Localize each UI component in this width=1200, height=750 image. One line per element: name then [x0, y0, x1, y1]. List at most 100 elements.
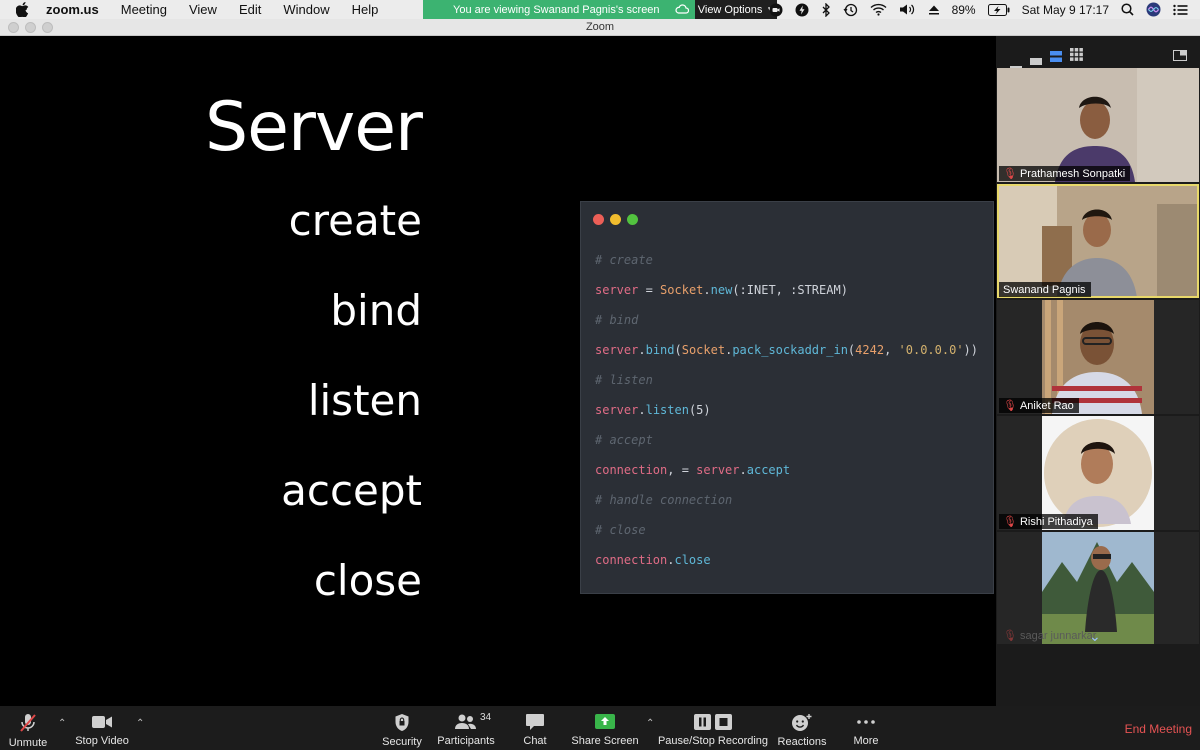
code-token: connection	[595, 463, 668, 477]
code-token: 4242	[855, 343, 885, 357]
app-menu[interactable]: zoom.us	[46, 0, 99, 19]
participant-name: Rishi Pithadiya	[1019, 515, 1093, 528]
participant-video-tile-active-speaker[interactable]: Swanand Pagnis	[997, 184, 1199, 298]
speaker-view-icon[interactable]	[1050, 49, 1062, 67]
menu-meeting[interactable]: Meeting	[121, 0, 167, 19]
code-line: server.bind(Socket.pack_sockaddr_in(4242…	[595, 343, 978, 357]
unmute-label: Unmute	[8, 737, 48, 749]
bluetooth-icon[interactable]	[821, 2, 831, 17]
chat-bubble-icon	[525, 713, 545, 731]
share-screen-label: Share Screen	[571, 735, 639, 747]
video-options-caret-icon[interactable]: ⌃	[136, 718, 144, 729]
audio-options-caret-icon[interactable]: ⌃	[58, 718, 66, 729]
participant-name-tag: 🎙︎ Aniket Rao	[999, 398, 1079, 413]
security-button[interactable]: Security	[380, 706, 424, 750]
participant-video-tile[interactable]: 🎙︎ Prathamesh Sonpatki	[997, 68, 1199, 182]
participant-name-tag: Swanand Pagnis	[999, 282, 1091, 297]
battery-charging-icon[interactable]	[987, 3, 1010, 16]
chat-button[interactable]: Chat	[518, 706, 552, 750]
unmute-button[interactable]: Unmute	[8, 706, 48, 750]
siri-icon[interactable]	[1146, 2, 1161, 17]
code-token: .	[703, 283, 711, 297]
menu-edit[interactable]: Edit	[239, 0, 261, 19]
zoom-status-icon[interactable]	[769, 3, 783, 17]
exit-fullscreen-icon[interactable]	[1173, 48, 1187, 66]
code-token: # handle connection	[595, 493, 733, 507]
participant-name-tag: 🎙︎ sagar junnarkar	[999, 628, 1101, 643]
share-banner-text: You are viewing Swanand Pagnis's screen	[453, 3, 660, 16]
pause-stop-recording-button[interactable]: Pause/Stop Recording	[658, 706, 768, 750]
code-line: connection, = server.accept	[595, 463, 790, 477]
cloud-icon	[675, 3, 690, 18]
code-token: bind	[645, 343, 675, 357]
code-token: pack_sockaddr_in	[732, 343, 848, 357]
scroll-down-chevron-icon[interactable]: ⌄	[1089, 628, 1101, 645]
gallery-view-icon[interactable]	[1070, 48, 1083, 66]
code-token: server	[595, 283, 639, 297]
more-dots-icon	[856, 713, 876, 731]
slide-step: listen	[307, 376, 422, 425]
code-window-close-dot	[593, 214, 604, 225]
lightning-icon[interactable]	[795, 3, 809, 17]
code-token: close	[674, 553, 711, 567]
code-token: ,	[884, 343, 899, 357]
time-machine-icon[interactable]	[843, 3, 858, 17]
participant-name: Swanand Pagnis	[1003, 283, 1086, 296]
code-token: accept	[746, 463, 791, 477]
notification-center-icon[interactable]	[1173, 4, 1188, 16]
code-token: (:INET, :STREAM)	[732, 283, 848, 297]
share-options-caret-icon[interactable]: ⌃	[646, 718, 654, 729]
code-token: # bind	[595, 313, 639, 327]
menubar-clock[interactable]: Sat May 9 17:17	[1022, 3, 1109, 17]
code-token: .	[638, 343, 646, 357]
menu-help[interactable]: Help	[352, 0, 379, 19]
code-token: '0.0.0.0'	[898, 343, 964, 357]
code-token: (5)	[688, 403, 711, 417]
code-token: server	[595, 343, 639, 357]
screen-share-banner: You are viewing Swanand Pagnis's screen	[423, 0, 695, 19]
code-token: , =	[667, 463, 697, 477]
muted-mic-icon: 🎙︎	[1003, 168, 1017, 180]
stop-video-label: Stop Video	[75, 735, 129, 747]
view-options-button[interactable]: View Options ▼	[695, 0, 777, 19]
code-token: # close	[595, 523, 646, 537]
code-token: # listen	[595, 373, 653, 387]
code-window-zoom-dot	[627, 214, 638, 225]
end-meeting-button[interactable]: End Meeting	[1125, 722, 1192, 736]
code-token: (	[674, 343, 682, 357]
more-button[interactable]: More	[848, 706, 884, 750]
window-title: Zoom	[585, 21, 615, 33]
meeting-controls-toolbar: Unmute ⌃ Stop Video ⌃ Security Participa…	[0, 706, 1200, 750]
participant-video	[997, 300, 1199, 414]
code-comment: # listen	[595, 373, 653, 387]
code-token: .	[638, 403, 646, 417]
code-token: # accept	[595, 433, 653, 447]
wifi-icon[interactable]	[870, 3, 887, 16]
menu-window[interactable]: Window	[283, 0, 329, 19]
code-line: server.listen(5)	[595, 403, 711, 417]
volume-icon[interactable]	[899, 3, 916, 16]
code-window: # create server = Socket.new(:INET, :STR…	[580, 201, 994, 594]
share-screen-button[interactable]: Share Screen	[571, 706, 639, 750]
search-icon[interactable]	[1121, 3, 1134, 16]
menu-view[interactable]: View	[189, 0, 217, 19]
code-token: server	[696, 463, 740, 477]
participant-video-tile[interactable]: 🎙︎ Rishi Pithadiya	[997, 416, 1199, 530]
code-line: connection.close	[595, 553, 711, 567]
code-token: Socket	[660, 283, 704, 297]
shared-screen: Server create bind listen accept close #…	[0, 36, 996, 706]
pause-stop-icons	[693, 713, 733, 731]
code-comment: # accept	[595, 433, 653, 447]
view-options-label: View Options	[697, 3, 763, 16]
stop-video-button[interactable]: Stop Video	[74, 706, 130, 750]
participant-name-tag: 🎙︎ Rishi Pithadiya	[999, 514, 1098, 529]
slide-step: bind	[330, 286, 422, 335]
eject-icon[interactable]	[928, 4, 940, 16]
participant-name: Aniket Rao	[1019, 399, 1074, 412]
slide-step: close	[313, 556, 422, 605]
reactions-button[interactable]: Reactions	[778, 706, 826, 750]
muted-mic-icon: 🎙︎	[1003, 516, 1017, 528]
participant-video-tile[interactable]: 🎙︎ Aniket Rao	[997, 300, 1199, 414]
apple-icon[interactable]	[16, 2, 32, 17]
code-line: server = Socket.new(:INET, :STREAM)	[595, 283, 848, 297]
